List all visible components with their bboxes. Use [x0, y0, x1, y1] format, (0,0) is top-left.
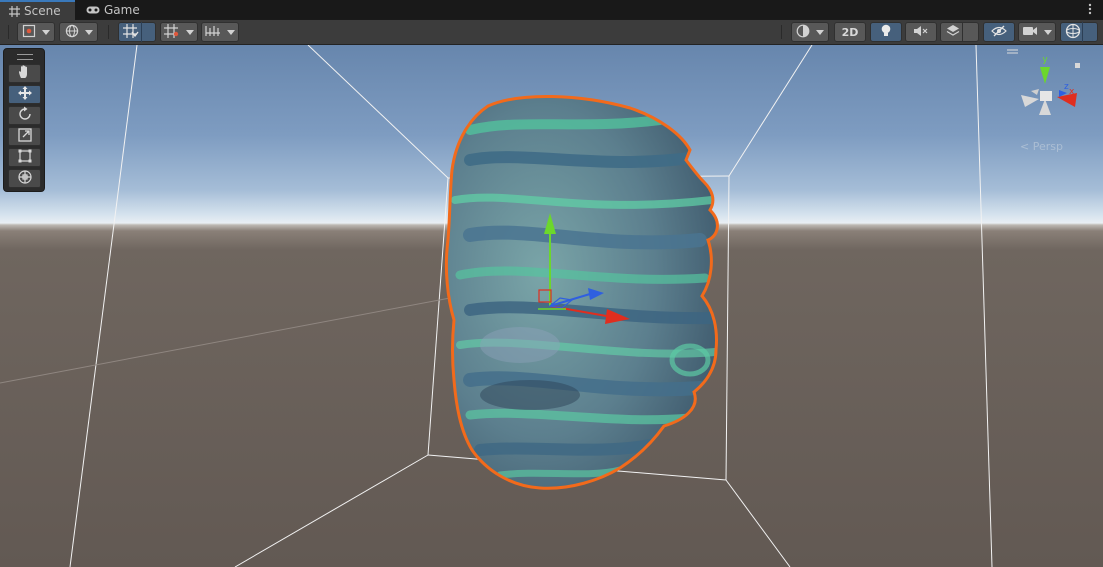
transform-tool-button[interactable] [8, 169, 41, 188]
scene-visibility-button[interactable] [983, 22, 1015, 42]
gizmo-y-cone[interactable] [1040, 67, 1050, 84]
snap-increment-button[interactable] [160, 22, 198, 42]
snap-increment-icon [164, 23, 180, 41]
split-divider [141, 22, 142, 42]
rotate-icon [17, 106, 33, 125]
split-divider [962, 22, 963, 42]
move-tool-button[interactable] [8, 85, 41, 104]
head-mesh[interactable] [444, 94, 719, 490]
grid-snap-icon [123, 23, 139, 41]
scene-viewport[interactable]: y x z < Persp [0, 45, 1103, 567]
layers-icon [946, 24, 960, 41]
kebab-menu-icon[interactable] [1085, 1, 1095, 17]
floor-grid-line [0, 297, 451, 384]
grid-icon [9, 5, 20, 17]
ruler-icon [205, 25, 221, 40]
scene-toolbar: 2D [0, 20, 1103, 55]
shading-sphere-icon [796, 24, 810, 41]
globe-icon [65, 24, 79, 41]
transform-icon [17, 169, 33, 188]
tools-overlay [3, 48, 45, 192]
gizmo-center-cube[interactable] [1040, 91, 1052, 101]
global-local-button[interactable] [59, 22, 98, 42]
hand-icon [17, 64, 33, 83]
draw-mode-icon [22, 24, 36, 41]
toggle-2d-button[interactable]: 2D [834, 22, 866, 42]
scene-render [0, 45, 993, 567]
toolbar-divider [108, 25, 109, 39]
gizmo-neg-y-cone[interactable] [1039, 99, 1051, 115]
hand-tool-button[interactable] [8, 64, 41, 83]
gizmo-neg-x-cone[interactable] [1021, 95, 1039, 107]
scene-tab-bar: Scene Game [0, 0, 1103, 20]
hidden-eye-icon [991, 25, 1007, 40]
gamepad-icon [86, 5, 100, 15]
grid-snap-button[interactable] [118, 22, 156, 42]
shading-mode-button[interactable] [791, 22, 829, 42]
scene-camera-button[interactable] [1018, 22, 1056, 42]
gizmo-y-label: y [1042, 55, 1048, 65]
tab-scene[interactable]: Scene [0, 0, 75, 20]
tab-scene-label: Scene [24, 4, 61, 18]
rect-tool-button[interactable] [8, 148, 41, 167]
camera-icon [1022, 25, 1038, 40]
audio-toggle-button[interactable] [905, 22, 937, 42]
draw-mode-button[interactable] [17, 22, 55, 42]
tab-game[interactable]: Game [77, 0, 149, 19]
gizmo-z-label: z [1064, 82, 1069, 92]
toolbar-divider [8, 25, 9, 39]
gizmo-lock-icon[interactable] [1075, 63, 1080, 68]
toggle-2d-label: 2D [841, 25, 859, 39]
effects-button[interactable] [940, 22, 979, 42]
toolbar-divider [781, 25, 782, 39]
gizmo-neg-z-cone[interactable] [1031, 89, 1039, 95]
gizmo-sphere-icon [1065, 23, 1081, 42]
gizmos-button[interactable] [1060, 22, 1098, 42]
projection-label[interactable]: < Persp [1020, 140, 1063, 153]
scale-tool-button[interactable] [8, 127, 41, 146]
rect-transform-icon [17, 148, 33, 167]
tools-grip-handle[interactable] [17, 54, 33, 60]
tab-game-label: Game [104, 2, 140, 17]
scale-icon [17, 127, 33, 146]
lighting-toggle-button[interactable] [870, 22, 902, 42]
move-arrows-icon [17, 85, 33, 104]
grid-visibility-button[interactable] [201, 22, 239, 42]
split-divider [1082, 22, 1083, 42]
rotate-tool-button[interactable] [8, 106, 41, 125]
audio-mute-icon [913, 25, 929, 40]
lightbulb-icon [880, 24, 892, 41]
